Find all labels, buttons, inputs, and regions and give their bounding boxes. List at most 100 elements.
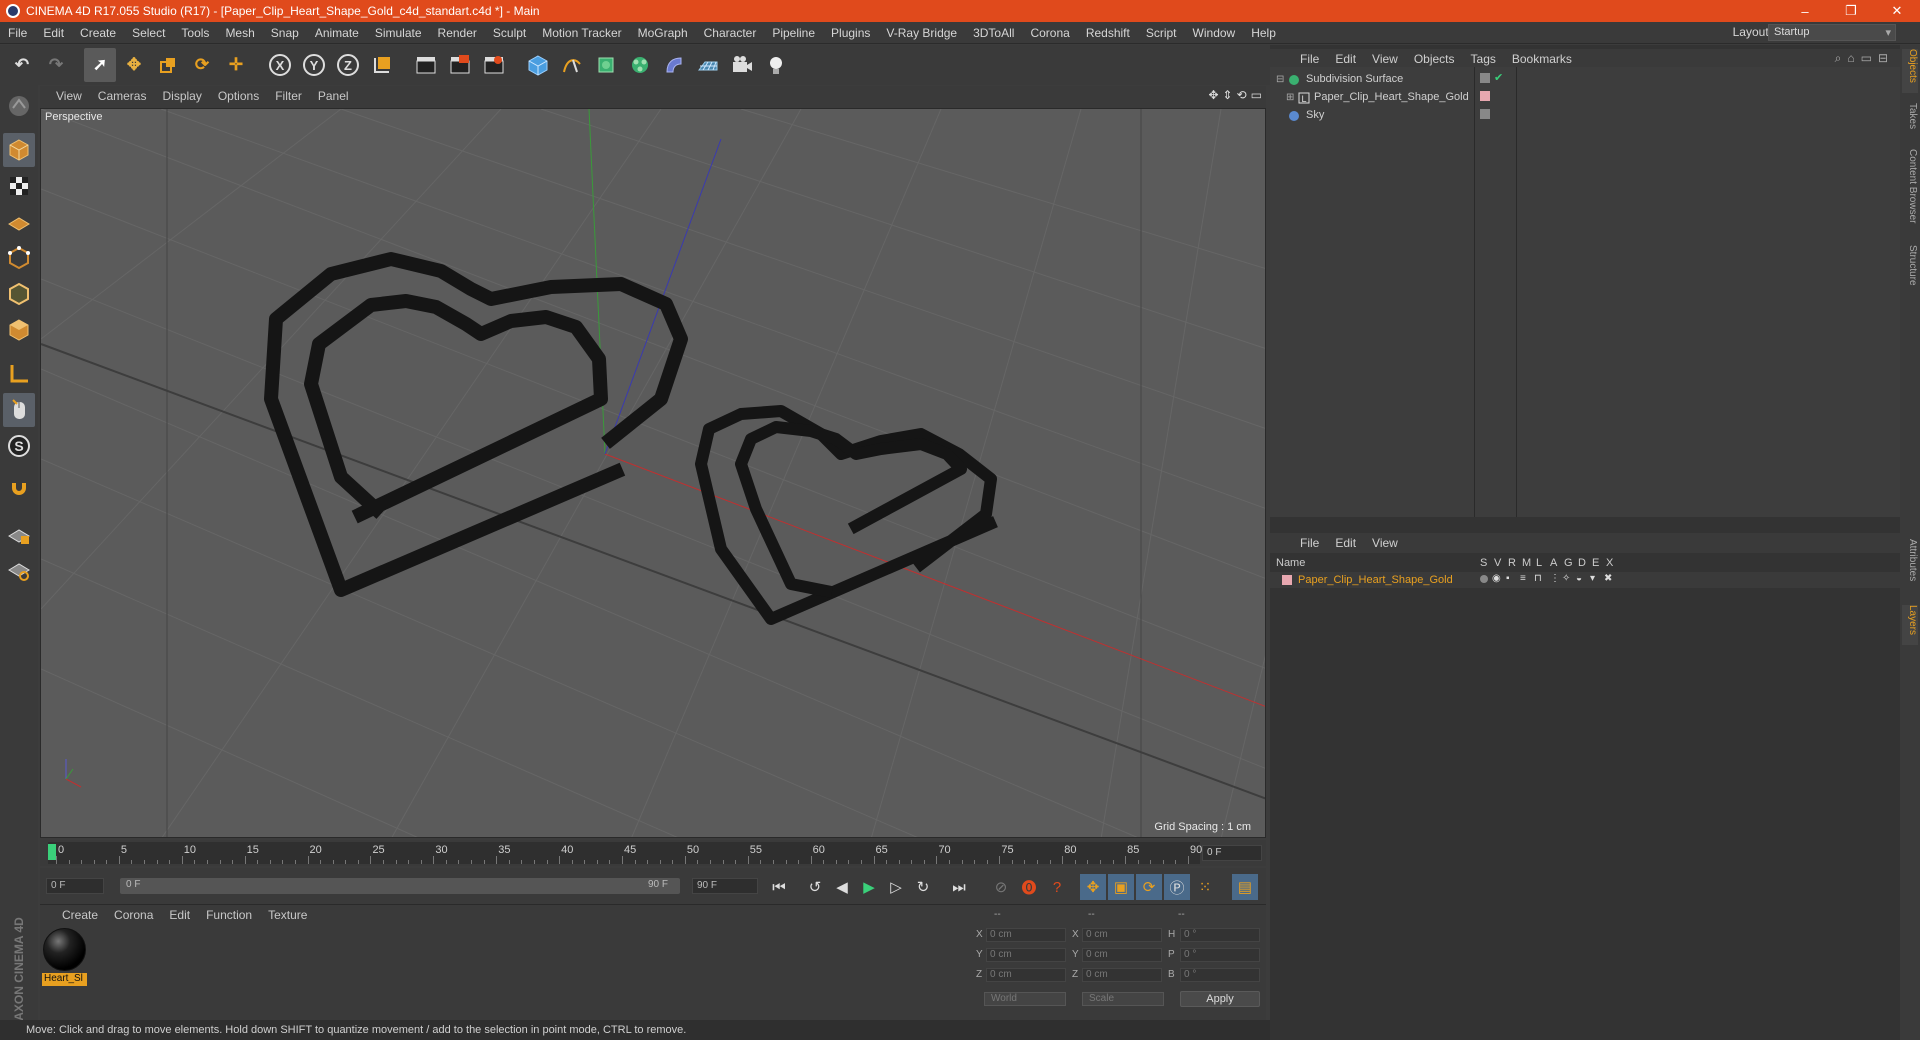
- menu-sculpt[interactable]: Sculpt: [485, 26, 534, 40]
- tab-content-browser[interactable]: Content Browser: [1902, 149, 1918, 239]
- y-axis-lock-button[interactable]: Y: [298, 48, 330, 82]
- size-y-field[interactable]: 0 cm: [1082, 948, 1162, 962]
- size-mode-dropdown[interactable]: Scale: [1082, 992, 1164, 1006]
- workplane-lock-button[interactable]: [3, 517, 35, 551]
- next-key-button[interactable]: ↻: [910, 874, 936, 900]
- menu-pipeline[interactable]: Pipeline: [764, 26, 823, 40]
- render-icon[interactable]: ▪: [1506, 573, 1510, 584]
- tab-takes[interactable]: Takes: [1902, 103, 1918, 143]
- record-active-button[interactable]: ⓿: [1016, 874, 1042, 900]
- add-spline-button[interactable]: [556, 48, 588, 82]
- tab-layers[interactable]: Layers: [1902, 605, 1918, 645]
- add-subdivision-button[interactable]: [590, 48, 622, 82]
- pos-y-field[interactable]: 0 cm: [986, 948, 1066, 962]
- go-to-end-button[interactable]: ⏭: [946, 874, 972, 900]
- viewport-menu-view[interactable]: View: [48, 89, 90, 103]
- polygons-mode-button[interactable]: [3, 313, 35, 347]
- pos-z-field[interactable]: 0 cm: [986, 968, 1066, 982]
- add-mograph-button[interactable]: [624, 48, 656, 82]
- visibility-toggle[interactable]: [1480, 73, 1490, 83]
- menu-file[interactable]: File: [0, 26, 35, 40]
- menu-simulate[interactable]: Simulate: [367, 26, 430, 40]
- object-row-subdivision[interactable]: ⊟ Subdivision Surface ✔: [1270, 71, 1900, 89]
- texture-mode-button[interactable]: [3, 169, 35, 203]
- menu-snap[interactable]: Snap: [263, 26, 307, 40]
- rot-p-field[interactable]: 0 °: [1180, 948, 1260, 962]
- material-name-label[interactable]: Heart_Sl: [42, 973, 87, 986]
- apply-button[interactable]: Apply: [1180, 991, 1260, 1007]
- solo-mode-button[interactable]: S: [3, 429, 35, 463]
- menu-mograph[interactable]: MoGraph: [630, 26, 696, 40]
- coordinate-space-dropdown[interactable]: World: [984, 992, 1066, 1006]
- menu-redshift[interactable]: Redshift: [1078, 26, 1138, 40]
- minimize-button[interactable]: ‒: [1782, 0, 1828, 22]
- manager-icon[interactable]: ≡: [1520, 573, 1526, 584]
- z-axis-lock-button[interactable]: Z: [332, 48, 364, 82]
- enabled-check-icon[interactable]: ✔: [1494, 71, 1503, 84]
- move-tool-button[interactable]: ✥: [118, 48, 150, 82]
- frame-ruler[interactable]: 0 5 10 15 20 25 30 35 40 45 50 55 60 65 70 75 80 85 90: [48, 842, 1202, 864]
- collapse-icon[interactable]: ⊟: [1276, 74, 1284, 85]
- render-view-button[interactable]: [410, 48, 442, 82]
- pan-icon[interactable]: ✥: [1208, 88, 1218, 102]
- layer-color-swatch[interactable]: [1282, 575, 1292, 585]
- new-window-icon[interactable]: ▭: [1861, 51, 1872, 66]
- layer-name[interactable]: Paper_Clip_Heart_Shape_Gold: [1298, 574, 1453, 586]
- layers-menu-edit[interactable]: Edit: [1327, 536, 1364, 550]
- generator-icon[interactable]: ✧: [1562, 573, 1570, 584]
- axis-mode-button[interactable]: [3, 357, 35, 391]
- model-mode-button[interactable]: [3, 133, 35, 167]
- menu-mesh[interactable]: Mesh: [217, 26, 262, 40]
- undo-button[interactable]: ↶: [6, 48, 38, 82]
- key-scale-button[interactable]: ▣: [1108, 874, 1134, 900]
- transform-tool-button[interactable]: ✛: [220, 48, 252, 82]
- current-frame-field[interactable]: 0 F: [1202, 845, 1262, 861]
- render-to-picture-viewer-button[interactable]: [478, 48, 510, 82]
- menu-script[interactable]: Script: [1138, 26, 1185, 40]
- deformer-icon[interactable]: ◒: [1576, 573, 1582, 584]
- layers-menu-view[interactable]: View: [1364, 536, 1406, 550]
- close-button[interactable]: ✕: [1874, 0, 1920, 22]
- viewport-menu-filter[interactable]: Filter: [267, 89, 310, 103]
- make-editable-button[interactable]: [3, 89, 35, 123]
- objects-menu-view[interactable]: View: [1364, 52, 1406, 66]
- menu-help[interactable]: Help: [1243, 26, 1284, 40]
- orbit-icon[interactable]: ⟲: [1237, 88, 1247, 102]
- play-button[interactable]: ▶: [856, 874, 882, 900]
- tab-attributes[interactable]: Attributes: [1902, 539, 1918, 601]
- objects-menu-file[interactable]: File: [1292, 52, 1327, 66]
- menu-edit[interactable]: Edit: [35, 26, 72, 40]
- go-to-start-button[interactable]: ⏮: [766, 874, 792, 900]
- redo-button[interactable]: ↷: [40, 48, 72, 82]
- search-icon[interactable]: ⌕: [1835, 51, 1842, 66]
- menu-motion-tracker[interactable]: Motion Tracker: [534, 26, 629, 40]
- previous-frame-button[interactable]: ◀: [829, 874, 855, 900]
- material-menu-function[interactable]: Function: [198, 908, 260, 922]
- tab-objects[interactable]: Objects: [1902, 49, 1918, 93]
- eye-icon[interactable]: ◉: [1492, 573, 1501, 584]
- render-region-button[interactable]: [444, 48, 476, 82]
- x-axis-lock-button[interactable]: X: [264, 48, 296, 82]
- expand-icon[interactable]: ⊞: [1286, 92, 1294, 103]
- viewport-menu-panel[interactable]: Panel: [310, 89, 357, 103]
- key-rotation-button[interactable]: ⟳: [1136, 874, 1162, 900]
- lock-open-icon[interactable]: ⊓: [1534, 573, 1542, 584]
- solo-dot-icon[interactable]: [1480, 575, 1488, 583]
- add-floor-button[interactable]: [692, 48, 724, 82]
- objects-menu-bookmarks[interactable]: Bookmarks: [1504, 52, 1580, 66]
- workplane-mode-button[interactable]: [3, 205, 35, 239]
- rot-h-field[interactable]: 0 °: [1180, 928, 1260, 942]
- start-frame-field[interactable]: 0 F: [46, 878, 104, 894]
- next-frame-button[interactable]: ▷: [883, 874, 909, 900]
- material-preview-sphere[interactable]: [43, 928, 86, 971]
- menu-3dtoall[interactable]: 3DToAll: [965, 26, 1022, 40]
- size-z-field[interactable]: 0 cm: [1082, 968, 1162, 982]
- size-x-field[interactable]: 0 cm: [1082, 928, 1162, 942]
- menu-tools[interactable]: Tools: [173, 26, 217, 40]
- maximize-view-icon[interactable]: ▭: [1251, 88, 1262, 102]
- workplane-rotate-button[interactable]: [3, 553, 35, 587]
- menu-vray-bridge[interactable]: V-Ray Bridge: [878, 26, 965, 40]
- menu-corona[interactable]: Corona: [1022, 26, 1077, 40]
- menu-character[interactable]: Character: [696, 26, 765, 40]
- rotate-tool-button[interactable]: ⟳: [186, 48, 218, 82]
